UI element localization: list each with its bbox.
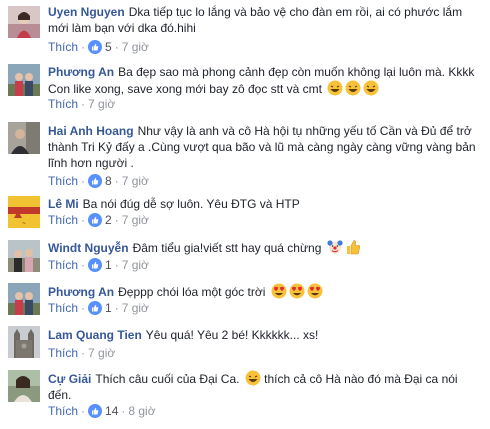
thumbs-up-icon[interactable] <box>88 258 103 272</box>
avatar[interactable] <box>8 240 40 272</box>
svg-text:~: ~ <box>22 221 26 227</box>
laughing-emoji-icon <box>345 80 361 96</box>
comment-meta: Thích · 14 · 8 giờ <box>48 404 156 418</box>
comment-text: Ba nói đúg dễ sợ luôn. Yêu ĐTG và HTP <box>82 197 300 211</box>
like-count[interactable]: 1 <box>105 301 112 315</box>
comment-body: Cự Giải Thích câu cuối của Đại Ca. thích … <box>48 370 484 403</box>
avatar[interactable] <box>8 283 40 315</box>
comment: Windt Nguyễn Đâm tiểu gia!viết stt hay qu… <box>0 233 490 277</box>
comment-author[interactable]: Hai Anh Hoang <box>48 124 134 138</box>
comment-body: Windt Nguyễn Đâm tiểu gia!viết stt hay qu… <box>48 239 484 256</box>
laughing-emoji-icon <box>327 80 343 96</box>
heart-eyes-emoji-icon <box>289 283 305 299</box>
comment-body: Phương An Đẹppp chói lóa một góc trời <box>48 283 484 300</box>
comment-meta: Thích · 7 giờ <box>48 346 116 360</box>
comment-author[interactable]: Phương An <box>48 285 114 299</box>
comment-time[interactable]: 7 giờ <box>122 301 149 315</box>
comment-time[interactable]: 7 giờ <box>88 97 115 111</box>
laughing-emoji-icon <box>363 80 379 96</box>
like-button[interactable]: Thích <box>48 97 78 111</box>
thumbs-up-icon[interactable] <box>88 174 103 188</box>
thumbs-up-icon[interactable] <box>88 40 103 54</box>
comment-time[interactable]: 8 giờ <box>128 404 155 418</box>
comment: Uyen Nguyen Dka tiếp tục lo lắng và bảo v… <box>0 0 490 58</box>
like-count[interactable]: 1 <box>105 258 112 272</box>
comment-author[interactable]: Uyen Nguyen <box>48 5 125 19</box>
like-button[interactable]: Thích <box>48 40 78 54</box>
like-count[interactable]: 8 <box>105 174 112 188</box>
avatar[interactable] <box>8 370 40 402</box>
comment-text: Đẹppp chói lóa một góc trời <box>118 285 266 299</box>
avatar[interactable] <box>8 122 40 154</box>
comment-text: Yêu quá! Yêu 2 bé! Kkkkkk... xs! <box>145 328 319 342</box>
thumbs-up-icon[interactable] <box>88 213 103 227</box>
comment-author[interactable]: Lam Quang Tien <box>48 328 142 342</box>
like-button[interactable]: Thích <box>48 346 78 360</box>
comment-author[interactable]: Phương An <box>48 65 114 79</box>
thumbs-up-emoji-icon <box>345 239 361 255</box>
comment-text: Đâm tiểu gia!viết stt hay quá chừng <box>132 241 322 255</box>
comment-time[interactable]: 7 giờ <box>122 213 149 227</box>
comment-text: Thích câu cuối của Đại Ca. <box>95 372 240 386</box>
comment: ~ Lê Mi Ba nói đúg dễ sợ luôn. Yêu ĐTG và… <box>0 190 490 233</box>
like-button[interactable]: Thích <box>48 258 78 272</box>
like-count[interactable]: 2 <box>105 213 112 227</box>
comment-body: Lam Quang Tien Yêu quá! Yêu 2 bé! Kkkkkk.… <box>48 327 484 343</box>
comment-meta: Thích · 1 · 7 giờ <box>48 258 149 272</box>
laughing-emoji-icon <box>245 370 261 386</box>
comment-time[interactable]: 7 giờ <box>88 346 115 360</box>
comment: Phương An Ba đẹp sao mà phong cảnh đẹp cò… <box>0 58 490 114</box>
comment-meta: Thích · 1 · 7 giờ <box>48 301 149 315</box>
thumbs-up-icon[interactable] <box>88 301 103 315</box>
like-count[interactable]: 5 <box>105 40 112 54</box>
avatar[interactable] <box>8 64 40 96</box>
comment-body: Lê Mi Ba nói đúg dễ sợ luôn. Yêu ĐTG và H… <box>48 196 484 212</box>
comment-author[interactable]: Cự Giải <box>48 372 91 386</box>
comment-author[interactable]: Windt Nguyễn <box>48 241 129 255</box>
avatar[interactable] <box>8 326 40 358</box>
comment: Cự Giải Thích câu cuối của Đại Ca. thích … <box>0 364 490 429</box>
avatar[interactable]: ~ <box>8 196 40 228</box>
comment-body: Phương An Ba đẹp sao mà phong cảnh đẹp cò… <box>48 64 484 97</box>
like-count[interactable]: 14 <box>105 404 118 418</box>
comment-author[interactable]: Lê Mi <box>48 197 79 211</box>
comment-meta: Thích · 7 giờ <box>48 97 116 111</box>
comment-time[interactable]: 7 giờ <box>122 174 149 188</box>
clown-emoji-icon <box>327 239 343 255</box>
comment-meta: Thích · 2 · 7 giờ <box>48 213 149 227</box>
comment-body: Uyen Nguyen Dka tiếp tục lo lắng và bảo v… <box>48 4 484 36</box>
comment-meta: Thích · 8 · 7 giờ <box>48 174 149 188</box>
avatar[interactable] <box>8 6 40 38</box>
comment-meta: Thích · 5 · 7 giờ <box>48 40 149 54</box>
like-button[interactable]: Thích <box>48 404 78 418</box>
comment: Lam Quang Tien Yêu quá! Yêu 2 bé! Kkkkkk.… <box>0 320 490 364</box>
like-button[interactable]: Thích <box>48 301 78 315</box>
comment: Phương An Đẹppp chói lóa một góc trời Thí… <box>0 277 490 320</box>
heart-eyes-emoji-icon <box>307 283 323 299</box>
thumbs-up-icon[interactable] <box>88 404 103 418</box>
comment-time[interactable]: 7 giờ <box>122 258 149 272</box>
like-button[interactable]: Thích <box>48 213 78 227</box>
like-button[interactable]: Thích <box>48 174 78 188</box>
comment-time[interactable]: 7 giờ <box>122 40 149 54</box>
comment: Hai Anh Hoang Như vậy là anh và cô Hà hội… <box>0 114 490 190</box>
comment-body: Hai Anh Hoang Như vậy là anh và cô Hà hội… <box>48 123 484 171</box>
heart-eyes-emoji-icon <box>271 283 287 299</box>
